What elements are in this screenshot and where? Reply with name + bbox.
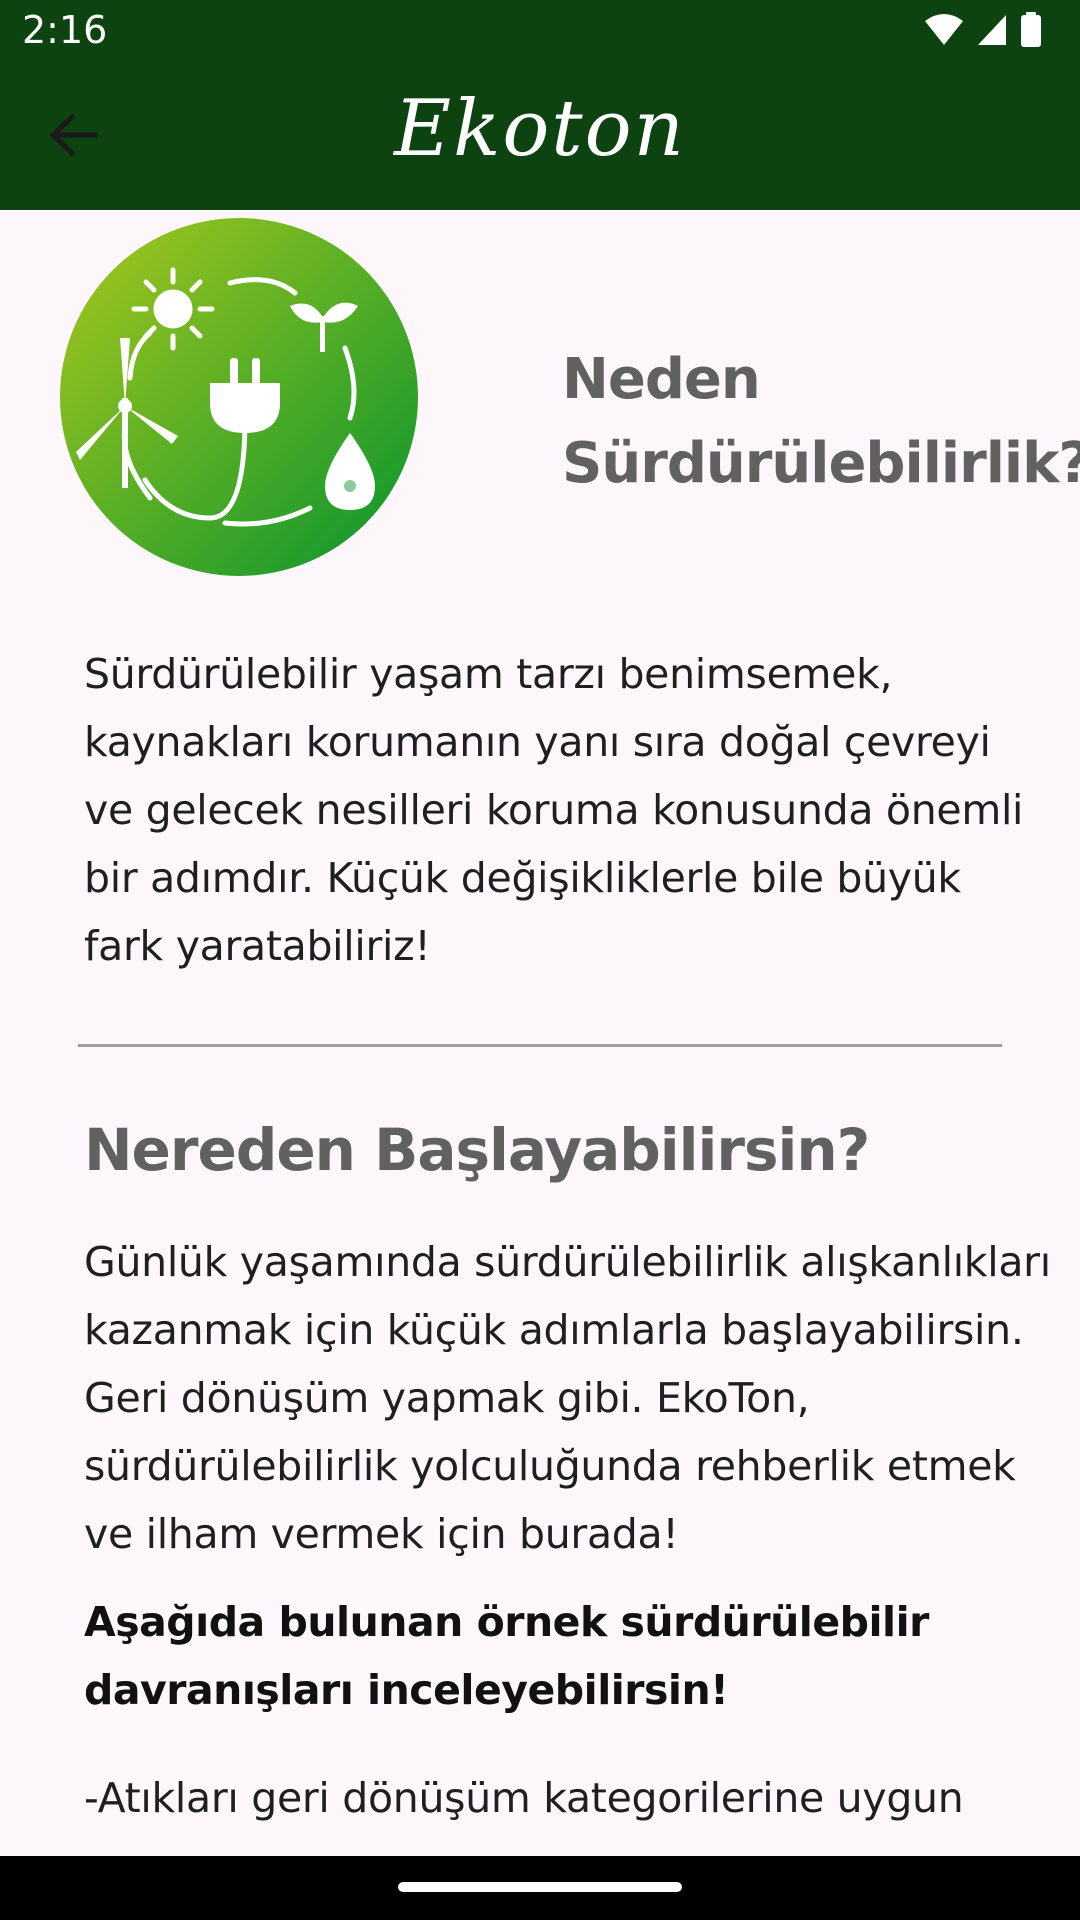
screen: 2:16 Ekoton Neden Sürdürülebilirlik? Sür… — [0, 0, 1080, 1920]
section-title: Nereden Başlayabilirsin? — [84, 1116, 870, 1184]
divider — [78, 1044, 1002, 1047]
signal-icon — [976, 13, 1008, 51]
status-icons — [924, 12, 1042, 52]
section-text: Günlük yaşamında sürdürülebilirlik alışk… — [84, 1238, 1051, 1558]
app-bar: Ekoton — [0, 64, 1080, 210]
list-item: -Atıkları geri dönüşüm kategorilerine uy… — [84, 1774, 964, 1822]
status-bar: 2:16 — [0, 0, 1080, 64]
home-handle[interactable] — [398, 1882, 682, 1892]
behaviors-heading: Aşağıda bulunan örnek sürdürülebilir dav… — [84, 1598, 929, 1714]
main-content[interactable]: Neden Sürdürülebilirlik? Sürdürülebilir … — [0, 210, 1080, 1856]
app-title: Ekoton — [394, 84, 686, 174]
sustainability-logo-icon — [60, 218, 418, 576]
intro-text: Sürdürülebilir yaşam tarzı benimsemek, k… — [84, 650, 1024, 970]
wifi-icon — [924, 13, 964, 51]
battery-icon — [1020, 12, 1042, 52]
hero-title: Neden Sürdürülebilirlik? — [562, 347, 1080, 496]
status-time: 2:16 — [22, 8, 108, 52]
system-nav-bar — [0, 1856, 1080, 1920]
